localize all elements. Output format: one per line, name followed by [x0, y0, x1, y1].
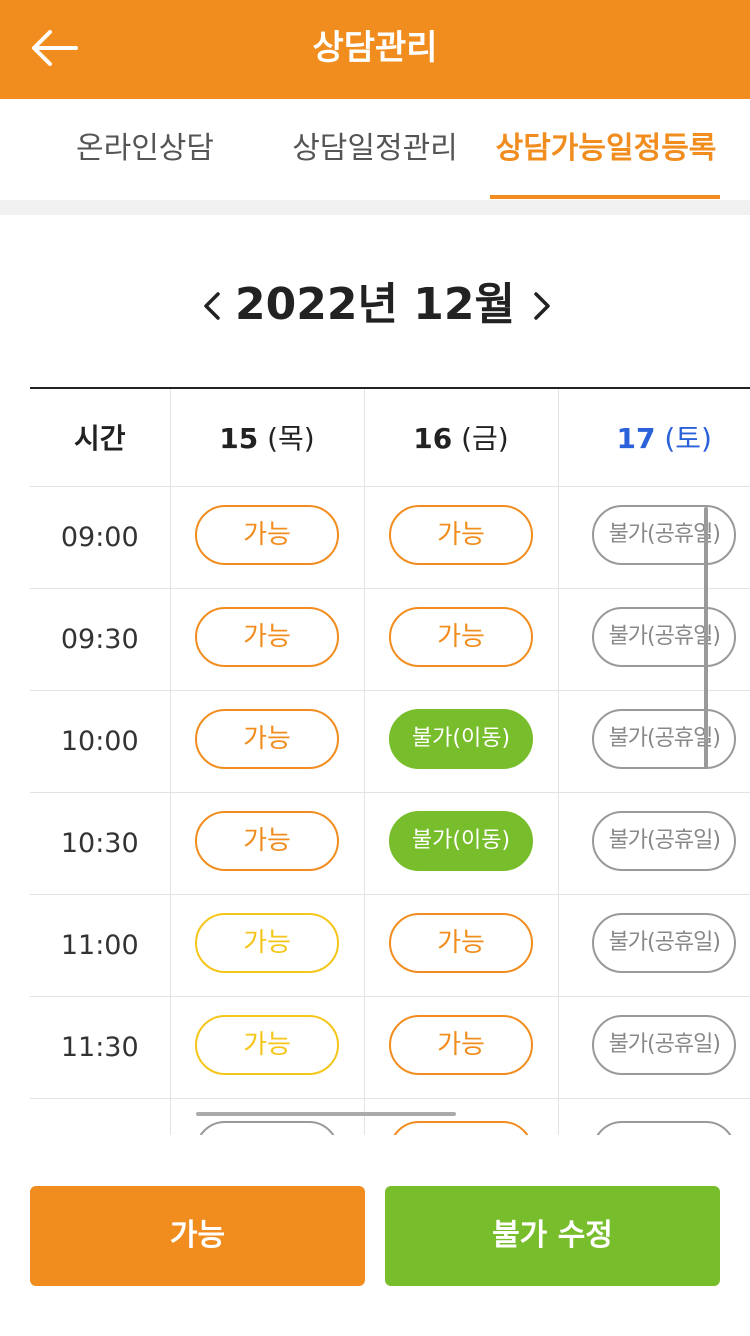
section-divider	[0, 200, 750, 215]
vertical-scrollbar[interactable]	[704, 507, 708, 769]
slot-cell: 가능	[169, 588, 364, 691]
slot-cell: 가능	[363, 996, 558, 1099]
chevron-right-icon	[534, 292, 550, 320]
slot-holiday-button[interactable]: 불가(공휴일)	[592, 505, 737, 565]
day-number: 16	[413, 422, 453, 456]
slot-cell: 가능	[169, 894, 364, 997]
time-label: 10:30	[30, 792, 170, 895]
time-row: 11:30 가능 가능 불가(공휴일)	[30, 996, 750, 1099]
slot-ok-button[interactable]: 가능	[389, 1015, 533, 1075]
time-row: 11:00 가능 가능 불가(공휴일)	[30, 894, 750, 997]
slot-cell	[363, 1098, 558, 1135]
slot-ok-button[interactable]: 가능	[389, 913, 533, 973]
slot-cell: 가능	[363, 486, 558, 589]
tab-online-consult[interactable]: 온라인상담	[40, 99, 250, 200]
slot-cell: 가능	[169, 486, 364, 589]
slot-ok-button[interactable]: 가능	[389, 505, 533, 565]
slot-partial-button[interactable]	[389, 1120, 533, 1135]
slot-move-button[interactable]: 불가(이동)	[389, 709, 533, 769]
time-label: 09:30	[30, 588, 170, 691]
app-header: 상담관리	[0, 0, 750, 99]
slot-ok-button[interactable]: 가능	[389, 607, 533, 667]
slot-cell: 가능	[169, 690, 364, 793]
day-header-saturday: 17 (토)	[557, 389, 750, 487]
slot-cell: 가능	[169, 792, 364, 895]
slot-move-button[interactable]: 불가(이동)	[389, 811, 533, 871]
slot-cell: 불가(공휴일)	[557, 690, 750, 793]
next-month-button[interactable]	[526, 286, 556, 326]
time-row: 09:30 가능 가능 불가(공휴일)	[30, 588, 750, 691]
slot-ok-yellow-button[interactable]: 가능	[195, 1015, 339, 1075]
slot-cell: 불가(이동)	[363, 690, 558, 793]
slot-cell: 불가(공휴일)	[557, 996, 750, 1099]
time-label: 09:00	[30, 486, 170, 589]
time-row-partial	[30, 1098, 750, 1135]
horizontal-scrollbar[interactable]	[196, 1112, 456, 1116]
slot-cell: 가능	[363, 588, 558, 691]
set-available-button[interactable]: 가능	[30, 1186, 365, 1286]
slot-partial-button[interactable]	[195, 1120, 339, 1135]
slot-ok-button[interactable]: 가능	[195, 607, 339, 667]
day-number: 17	[616, 422, 656, 456]
header-row: 시간 15 (목) 16 (금) 17 (토)	[30, 389, 750, 487]
tab-bar: 온라인상담 상담일정관리 상담가능일정등록	[0, 99, 750, 200]
weekday-label: (금)	[461, 422, 509, 456]
tab-consult-schedule[interactable]: 상담일정관리	[270, 99, 480, 200]
edit-unavailable-button[interactable]: 불가 수정	[385, 1186, 720, 1286]
page-title: 상담관리	[312, 28, 438, 68]
weekday-label: (토)	[664, 422, 712, 456]
time-row: 10:00 가능 불가(이동) 불가(공휴일)	[30, 690, 750, 793]
slot-holiday-button[interactable]: 불가(공휴일)	[592, 607, 737, 667]
slot-cell	[169, 1098, 364, 1135]
slot-holiday-button[interactable]: 불가(공휴일)	[592, 709, 737, 769]
time-label: 11:30	[30, 996, 170, 1099]
slot-cell: 가능	[169, 996, 364, 1099]
slot-partial-button[interactable]	[592, 1120, 737, 1135]
slot-cell: 불가(공휴일)	[557, 792, 750, 895]
slot-cell: 불가(이동)	[363, 792, 558, 895]
slot-holiday-button[interactable]: 불가(공휴일)	[592, 811, 737, 871]
slot-cell	[557, 1098, 750, 1135]
time-label: 11:00	[30, 894, 170, 997]
time-row: 09:00 가능 가능 불가(공휴일)	[30, 486, 750, 589]
slot-ok-yellow-button[interactable]: 가능	[195, 913, 339, 973]
day-header: 16 (금)	[363, 389, 558, 487]
slot-ok-button[interactable]: 가능	[195, 505, 339, 565]
weekday-label: (목)	[267, 422, 315, 456]
time-column-header: 시간	[30, 389, 170, 487]
day-header: 15 (목)	[169, 389, 364, 487]
slot-cell: 불가(공휴일)	[557, 588, 750, 691]
schedule-table: 시간 15 (목) 16 (금) 17 (토) 09:00 가능 가능 불가(공휴일)…	[30, 389, 750, 1135]
time-row: 10:30 가능 불가(이동) 불가(공휴일)	[30, 792, 750, 895]
time-label	[30, 1098, 170, 1135]
tab-available-schedule-register[interactable]: 상담가능일정등록	[486, 99, 726, 200]
month-navigator: 2022년 12월	[0, 270, 750, 340]
month-title: 2022년 12월	[235, 279, 515, 330]
schedule-grid[interactable]: 시간 15 (목) 16 (금) 17 (토) 09:00 가능 가능 불가(공휴일)…	[30, 387, 750, 1135]
slot-cell: 가능	[363, 894, 558, 997]
slot-ok-button[interactable]: 가능	[195, 811, 339, 871]
slot-cell: 불가(공휴일)	[557, 486, 750, 589]
slot-holiday-button[interactable]: 불가(공휴일)	[592, 913, 737, 973]
slot-cell: 불가(공휴일)	[557, 894, 750, 997]
slot-holiday-button[interactable]: 불가(공휴일)	[592, 1015, 737, 1075]
slot-ok-button[interactable]: 가능	[195, 709, 339, 769]
time-label: 10:00	[30, 690, 170, 793]
active-tab-indicator	[490, 195, 720, 199]
day-number: 15	[219, 422, 259, 456]
